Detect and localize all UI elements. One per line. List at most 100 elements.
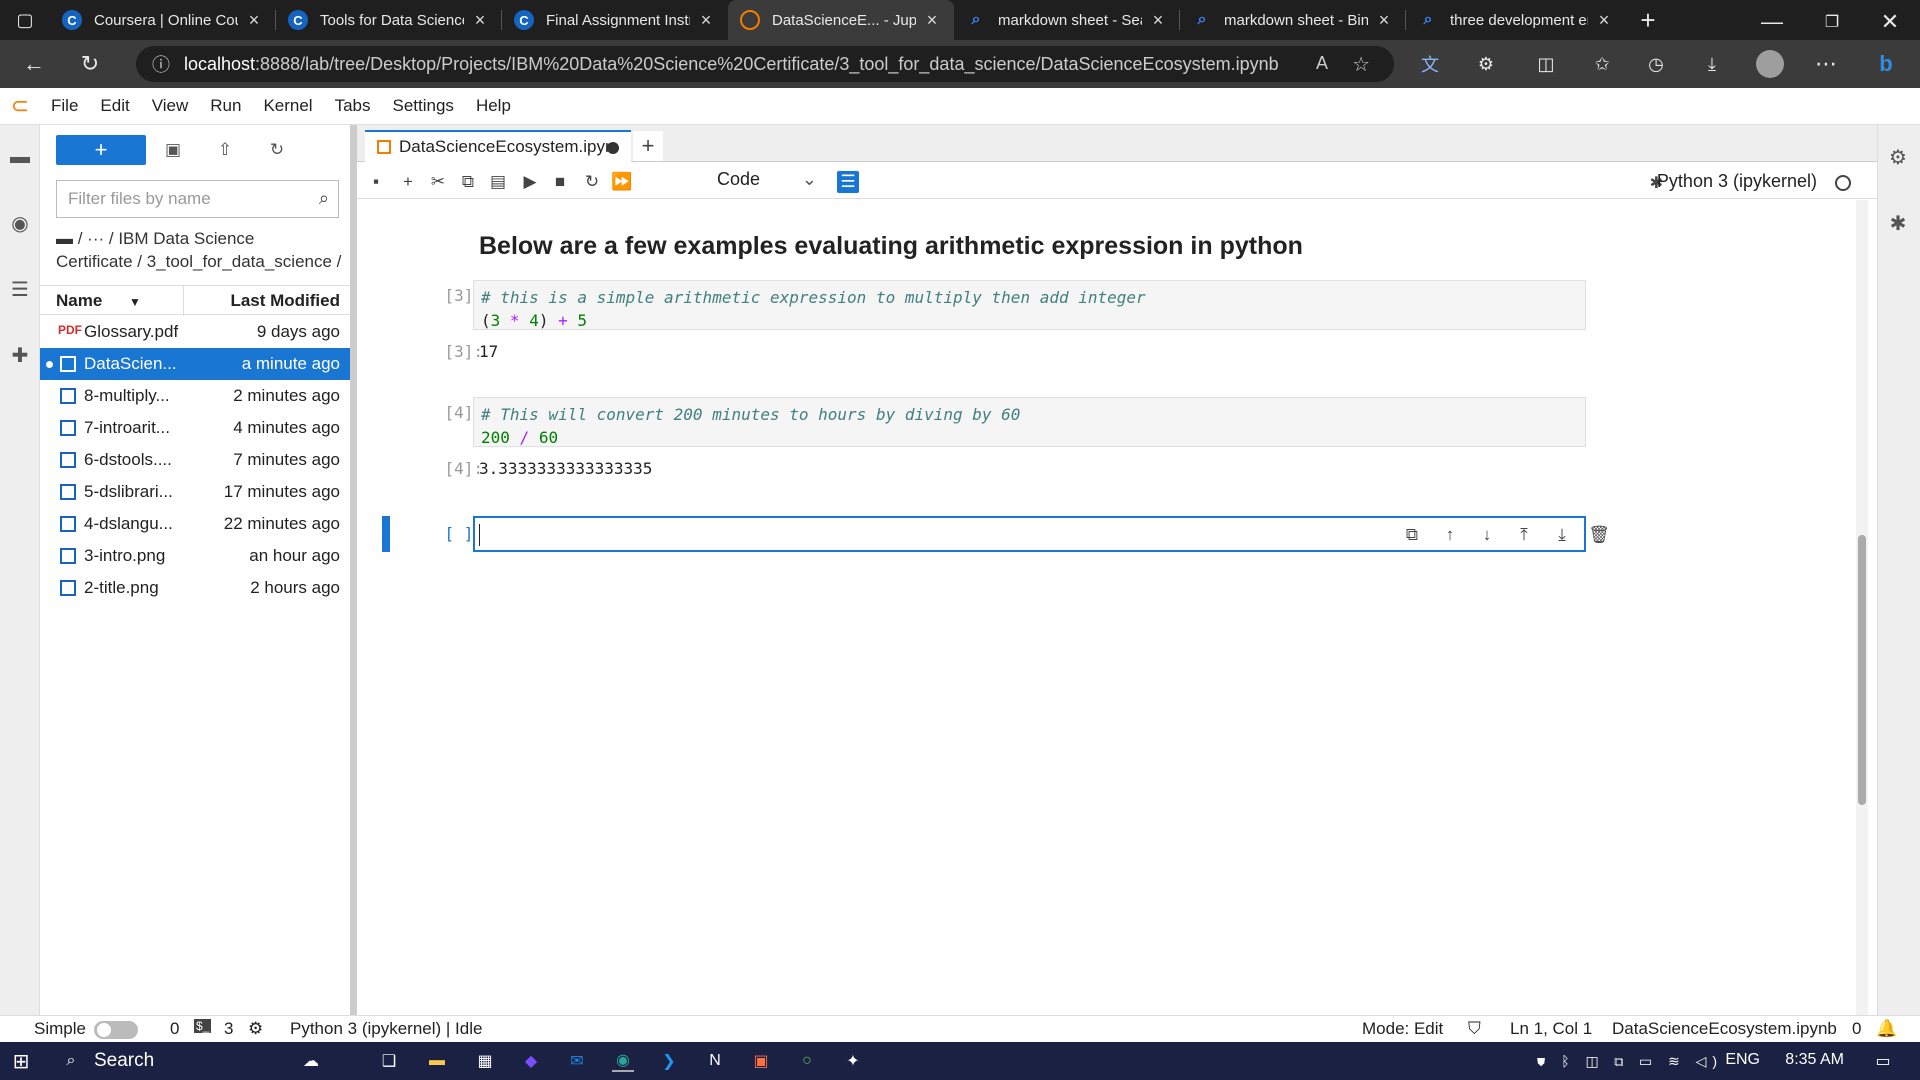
close-tab-icon[interactable]: × [922, 10, 942, 31]
active-code-cell[interactable]: ⧉ ↑ ↓ ⤒ ⤓ 🗑 [473, 516, 1610, 552]
menu-tabs[interactable]: Tabs [324, 96, 382, 116]
notion-icon[interactable]: N [704, 1050, 726, 1072]
tray-icons[interactable]: ⛊ ᛒ ◫ ⧉ ▭ ≋ ◁) [1530, 1050, 1730, 1072]
microsoft-store-icon[interactable]: ▦ [474, 1050, 496, 1072]
move-up-icon[interactable]: ↑ [1439, 524, 1461, 546]
edge-icon[interactable]: ◉ [612, 1050, 634, 1072]
terminal-count[interactable]: 3 [224, 1019, 233, 1039]
new-launcher-button[interactable]: + [56, 135, 146, 165]
extensions-icon[interactable]: ⚙ [1464, 42, 1508, 86]
file-row[interactable]: 7-introarit... 4 minutes ago [40, 412, 350, 444]
column-last-modified[interactable]: Last Modified [230, 291, 340, 311]
kernel-count[interactable]: 0 [170, 1019, 179, 1039]
tab-actions-icon[interactable]: ▢ [0, 0, 50, 42]
run-icon[interactable]: ▶ [519, 171, 541, 193]
back-icon[interactable]: ← [12, 42, 56, 86]
insert-below-icon[interactable]: ⤓ [1551, 524, 1573, 546]
new-tab-icon[interactable]: + [1626, 0, 1670, 42]
history-icon[interactable]: ◷ [1634, 42, 1678, 86]
widgets-icon[interactable]: ☁ [300, 1050, 322, 1072]
file-explorer-icon[interactable]: ▬ [426, 1050, 448, 1072]
app-drive-icon[interactable]: ✦ [842, 1050, 864, 1072]
simple-mode-toggle[interactable] [94, 1021, 138, 1039]
favorites-icon[interactable]: ✩ [1580, 42, 1624, 86]
bell-icon[interactable]: 🔔 [1876, 1019, 1897, 1039]
profile-avatar[interactable] [1748, 42, 1792, 86]
close-window-icon[interactable]: ✕ [1868, 0, 1912, 44]
menu-edit[interactable]: Edit [89, 96, 140, 116]
cursor-position[interactable]: Ln 1, Col 1 [1510, 1019, 1592, 1039]
column-name[interactable]: Name ▼ [56, 291, 141, 311]
extension-manager-icon[interactable]: ✚ [8, 343, 32, 367]
folder-icon[interactable]: ▬ [8, 145, 32, 169]
notification-count[interactable]: 0 [1852, 1019, 1861, 1039]
menu-help[interactable]: Help [465, 96, 522, 116]
close-tab-icon[interactable]: × [696, 10, 716, 31]
browser-tab[interactable]: C Tools for Data Science × [276, 0, 502, 40]
close-tab-icon[interactable]: × [1594, 10, 1614, 31]
refresh-icon[interactable]: ↻ [68, 42, 112, 86]
move-down-icon[interactable]: ↓ [1476, 524, 1498, 546]
debugger-icon[interactable]: ✱ [1886, 211, 1910, 235]
notebook-scrollbar[interactable] [1856, 200, 1868, 1015]
insert-above-icon[interactable]: ⤒ [1513, 524, 1535, 546]
close-tab-icon[interactable]: × [1148, 10, 1168, 31]
windows-start-icon[interactable]: ⊞ [10, 1050, 32, 1073]
file-row[interactable]: 6-dstools.... 7 minutes ago [40, 444, 350, 476]
url-field[interactable]: ⓘ localhost :8888/lab/tree/Desktop/Proje… [136, 46, 1394, 82]
search-icon[interactable]: ⌕ [60, 1050, 82, 1072]
browser-tab[interactable]: C Coursera | Online Cou × [50, 0, 276, 40]
browser-tab[interactable]: ⌕ three development en × [1406, 0, 1626, 40]
browser-tab[interactable]: ⌕ markdown sheet - Bin × [1180, 0, 1406, 40]
add-cell-icon[interactable]: + [397, 171, 419, 193]
file-row[interactable]: 5-dslibrari... 17 minutes ago [40, 476, 350, 508]
paste-icon[interactable]: ▤ [487, 171, 509, 193]
menu-file[interactable]: File [40, 96, 89, 116]
scroll-thumb[interactable] [1858, 535, 1866, 805]
site-info-icon[interactable]: ⓘ [152, 51, 170, 77]
running-kernels-icon[interactable]: ◉ [8, 211, 32, 235]
download-icon[interactable]: ⤓ [1690, 42, 1734, 86]
code-cell[interactable]: # This will convert 200 minutes to hours… [473, 397, 1586, 447]
table-of-contents-icon[interactable]: ☰ [8, 277, 32, 301]
cut-icon[interactable]: ✂ [427, 171, 449, 193]
vscode-icon[interactable]: ❯ [658, 1050, 680, 1072]
browser-tab-active[interactable]: DataScienceE... - Jupy × [728, 0, 954, 40]
language-indicator[interactable]: ENG [1725, 1051, 1760, 1069]
outlook-icon[interactable]: ✉ [566, 1050, 588, 1072]
stop-icon[interactable]: ■ [549, 171, 571, 193]
bing-icon[interactable]: b [1864, 42, 1908, 86]
favorite-star-icon[interactable]: ☆ [1352, 52, 1370, 77]
browser-tab[interactable]: ⌕ markdown sheet - Sea × [954, 0, 1180, 40]
filter-files-input[interactable]: Filter files by name ⌕ [56, 180, 339, 218]
app-orange-icon[interactable]: ▣ [750, 1050, 772, 1072]
minimize-icon[interactable]: — [1750, 0, 1794, 44]
cell-type-select[interactable]: Code ⌄ [717, 169, 817, 195]
app-green-icon[interactable]: ○ [796, 1050, 818, 1072]
save-icon[interactable]: ▪ [365, 171, 387, 193]
copy-icon[interactable]: ⧉ [457, 171, 479, 193]
file-row[interactable]: 4-dslangu... 22 minutes ago [40, 508, 350, 540]
close-tab-icon[interactable]: × [470, 10, 490, 31]
upload-icon[interactable]: ⇧ [214, 139, 236, 161]
notifications-icon[interactable]: ▭ [1872, 1050, 1894, 1072]
new-launcher-tab-icon[interactable]: + [633, 131, 663, 161]
file-row-selected[interactable]: DataScien... a minute ago [40, 348, 350, 380]
trusted-shield-icon[interactable]: ⛉ [1468, 1019, 1481, 1039]
file-row[interactable]: 8-multiply... 2 minutes ago [40, 380, 350, 412]
translate-icon[interactable]: 文 [1408, 42, 1452, 86]
refresh-icon[interactable]: ↻ [266, 139, 288, 161]
app-icon[interactable]: ◆ [520, 1050, 542, 1072]
file-row[interactable]: 2-title.png 2 hours ago [40, 572, 350, 604]
property-inspector-icon[interactable]: ⚙ [1886, 145, 1910, 169]
menu-run[interactable]: Run [199, 96, 252, 116]
close-tab-icon[interactable]: × [244, 10, 264, 31]
restore-icon[interactable]: ❐ [1810, 0, 1854, 44]
read-aloud-icon[interactable]: A [1316, 53, 1328, 74]
code-cell[interactable]: # this is a simple arithmetic expression… [473, 280, 1586, 330]
menu-view[interactable]: View [141, 96, 200, 116]
task-view-icon[interactable]: ❑ [378, 1050, 400, 1072]
taskbar-clock[interactable]: 8:35 AM [1785, 1051, 1844, 1069]
file-row[interactable]: PDF Glossary.pdf 9 days ago [40, 316, 350, 348]
file-row[interactable]: 3-intro.png an hour ago [40, 540, 350, 572]
